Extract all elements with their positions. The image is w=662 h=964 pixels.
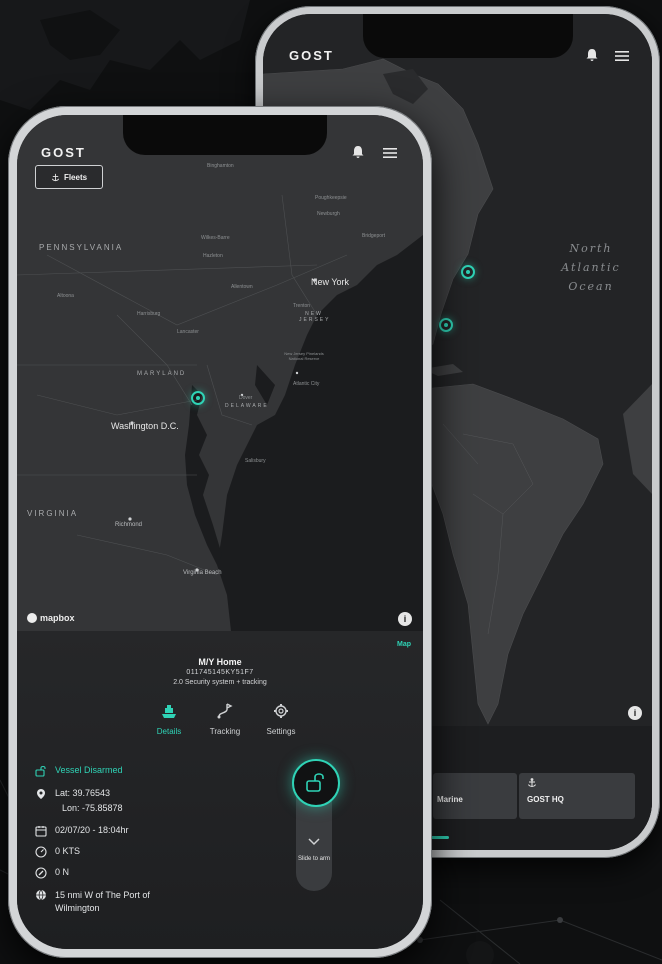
map-label: Dover — [239, 395, 253, 401]
map-label: Binghamton — [207, 163, 234, 169]
tab-settings[interactable]: Settings — [257, 701, 305, 736]
map-label: Hazleton — [203, 253, 223, 259]
calendar-icon — [35, 826, 47, 837]
status-text: Vessel Disarmed — [55, 765, 123, 775]
map-info-button[interactable]: i — [398, 612, 412, 626]
status-row: Vessel Disarmed — [35, 765, 123, 777]
map-label: Wilkes-Barre — [201, 235, 230, 241]
map-label: Bridgeport — [362, 233, 386, 239]
menu-icon[interactable] — [383, 147, 397, 159]
map-label: Lancaster — [177, 329, 199, 335]
mapbox-icon — [27, 613, 37, 623]
unlock-icon — [306, 773, 324, 792]
map-label: VIRGINIA — [27, 509, 79, 518]
gear-icon — [274, 704, 288, 718]
vessel-pin[interactable] — [191, 391, 205, 405]
map-label: Atlantic City — [293, 381, 320, 387]
vessel-id: 011745145KY51F7 — [186, 669, 254, 676]
location-pin-icon — [37, 789, 45, 799]
heading: 0 N — [55, 867, 70, 877]
longitude: Lon: -75.85878 — [62, 803, 123, 813]
map-label: MARYLAND — [137, 371, 187, 377]
tab-tracking[interactable]: Tracking — [201, 701, 249, 736]
vessel-name: M/Y Home — [198, 657, 242, 667]
heading-row: 0 N — [35, 867, 69, 879]
map-label: Altoona — [57, 293, 74, 299]
location-text: 15 nmi W of The Port of Wilmington — [55, 890, 150, 913]
datetime: 02/07/20 - 18:04hr — [55, 825, 129, 835]
regional-map — [17, 115, 423, 631]
page-indicator-active — [429, 836, 449, 839]
vessel-details-panel: Map M/Y Home 011745145KY51F7 2.0 Securit… — [17, 631, 423, 949]
arm-slider-knob[interactable] — [292, 759, 340, 807]
location-row: 15 nmi W of The Port of Wilmington — [35, 889, 185, 915]
coordinates-row: Lat: 39.76543 Lon: -75.85878 — [35, 788, 123, 813]
map-label: Salisbury — [245, 458, 266, 464]
map-label: Richmond — [115, 522, 143, 528]
front-phone: PENNSYLVANIA New York MARYLAND Washingto… — [8, 106, 432, 958]
unlock-icon — [35, 765, 46, 777]
map-label: New Jersey Pinelands National Reserve — [284, 351, 324, 361]
gost-logo: GOST — [41, 145, 86, 160]
globe-icon — [36, 889, 46, 901]
menu-icon[interactable] — [615, 50, 629, 62]
fleet-card-gost-hq[interactable]: GOST HQ — [519, 773, 635, 819]
slide-to-arm-label: Slide to arm — [297, 856, 330, 862]
vessel-plan: 2.0 Security system + tracking — [173, 679, 267, 686]
anchor-icon — [528, 778, 536, 787]
notch — [363, 14, 573, 58]
gost-logo: GOST — [289, 48, 334, 63]
mapbox-attribution[interactable]: mapbox — [27, 613, 75, 623]
map-label: Trenton — [293, 303, 311, 309]
bell-icon[interactable] — [585, 48, 599, 62]
ship-icon — [162, 705, 176, 718]
map-label: DELAWARE — [225, 403, 269, 409]
speed-row: 0 KTS — [35, 846, 80, 858]
tab-details[interactable]: Details — [145, 701, 193, 736]
map-link[interactable]: Map — [397, 641, 411, 648]
map-label: PENNSYLVANIA — [39, 243, 124, 252]
map-label: Washington D.C. — [111, 421, 179, 431]
tracking-icon — [217, 703, 233, 719]
bell-icon[interactable] — [351, 145, 365, 159]
fleet-card-marine[interactable]: Marine — [433, 773, 517, 819]
map-label: NEW JERSEY — [299, 311, 331, 323]
chevron-down-icon — [308, 838, 320, 846]
map-label: Newburgh — [317, 211, 340, 217]
vessel-pin[interactable] — [439, 318, 453, 332]
speedometer-icon — [35, 846, 47, 858]
map-info-button[interactable]: i — [628, 706, 642, 720]
map-label: Allentown — [231, 284, 253, 290]
speed: 0 KTS — [55, 846, 81, 856]
anchor-icon — [51, 173, 60, 181]
map-label: Poughkeepsie — [315, 195, 347, 201]
compass-icon — [35, 867, 47, 879]
fleets-label: Fleets — [63, 172, 88, 182]
datetime-row: 02/07/20 - 18:04hr — [35, 825, 129, 837]
fleets-button[interactable]: Fleets — [35, 165, 103, 189]
latitude: Lat: 39.76543 — [55, 788, 111, 798]
ocean-label: North Atlantic Ocean — [561, 242, 621, 293]
map-label: Virginia Beach — [183, 570, 222, 576]
front-phone-screen: PENNSYLVANIA New York MARYLAND Washingto… — [17, 115, 423, 949]
map-label: Harrisburg — [137, 311, 161, 317]
map-label: New York — [311, 277, 350, 287]
notch — [123, 115, 327, 155]
vessel-pin[interactable] — [461, 265, 475, 279]
